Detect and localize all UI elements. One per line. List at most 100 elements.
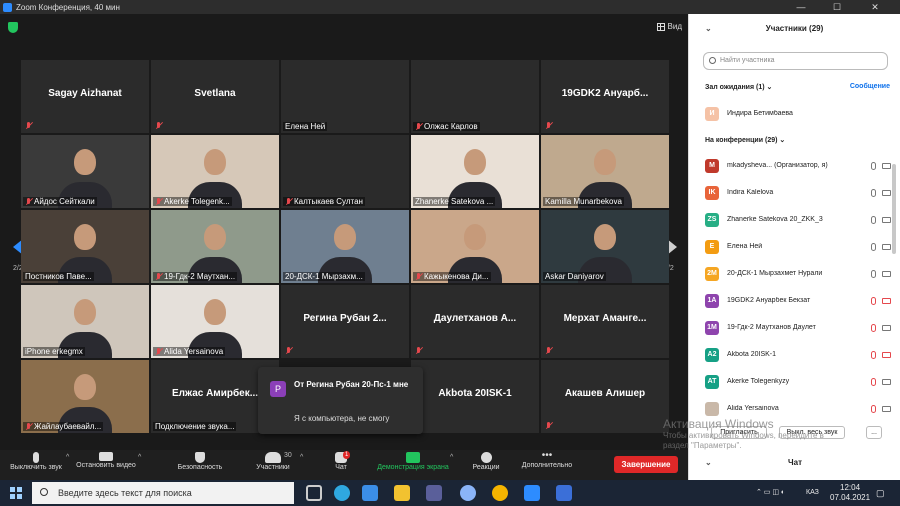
waiting-room-header[interactable]: Зал ожидания (1) ⌄ <box>705 83 772 91</box>
participant-row[interactable]: Mmkadysheva... (Организатор, я) <box>705 152 891 179</box>
participant-row[interactable]: 2M 20-ДСК-1 Мырзахмет Нурали <box>705 260 891 287</box>
avatar: 1M <box>705 320 719 335</box>
message-waiting-link[interactable]: Сообщение <box>850 83 890 90</box>
participant-status-icons <box>871 350 891 359</box>
store-icon[interactable] <box>426 485 442 501</box>
participants-caret-icon[interactable]: ^ <box>300 454 303 461</box>
participant-status-icons <box>871 404 891 413</box>
caption-text: Калтыкаев Султан <box>294 197 363 206</box>
ellipsis-icon: ••• <box>541 450 553 461</box>
taskbar-search-input[interactable]: Введите здесь текст для поиска <box>32 482 294 504</box>
edge-icon[interactable] <box>334 485 350 501</box>
share-options-caret-icon[interactable]: ^ <box>450 454 453 461</box>
in-meeting-header[interactable]: На конференции (29) ⌄ <box>705 136 785 144</box>
participant-name: Akbota 20ISK-1 <box>438 388 512 399</box>
file-explorer-icon[interactable] <box>394 485 410 501</box>
participant-status-icons <box>871 377 891 386</box>
word-icon[interactable] <box>556 485 572 501</box>
participant-tile[interactable]: 19GDK2 Ануарб... <box>541 60 669 133</box>
mic-muted-icon <box>25 122 32 130</box>
participant-tile[interactable]: Постников Паве... <box>21 210 149 283</box>
video-camera-icon <box>882 189 891 196</box>
participant-tile[interactable]: Askar Daniyarov <box>541 210 669 283</box>
participant-tile[interactable]: Даулетханов А... <box>411 285 539 358</box>
chat-section-header[interactable]: ⌄ Чат <box>689 458 900 467</box>
mute-all-button[interactable]: Выкл. весь звук <box>779 426 845 439</box>
participant-face <box>204 149 226 175</box>
participant-name: 19-Гдк-2 Маутханов Даулет <box>727 324 816 331</box>
stop-video-button[interactable]: Остановить видео <box>76 450 136 480</box>
reactions-button[interactable]: Реакции <box>466 450 506 480</box>
panel-more-button[interactable]: ... <box>866 426 882 439</box>
participant-status-icons <box>871 215 891 224</box>
caption-text: Askar Daniyarov <box>545 272 604 281</box>
participant-tile[interactable]: Калтыкаев Султан <box>281 135 409 208</box>
notifications-icon[interactable]: ▢ <box>876 480 885 506</box>
participant-status-icons <box>871 323 891 332</box>
task-view-icon[interactable] <box>306 485 322 501</box>
participant-tile[interactable]: Олжас Карлов <box>411 60 539 133</box>
participant-row[interactable]: IK Indira Kalelova <box>705 179 891 206</box>
participant-tile[interactable]: Kamilla Munarbekova <box>541 135 669 208</box>
caption-text: Елена Ней <box>285 122 326 131</box>
participant-name: 19GDK2 Ануарб... <box>561 88 649 99</box>
participant-tile[interactable]: Регина Рубан 2... <box>281 285 409 358</box>
more-button[interactable]: ••• Дополнительно <box>516 450 578 480</box>
zoom-icon[interactable] <box>524 485 540 501</box>
participant-tile[interactable]: 19-Гдк-2 Маутхан... <box>151 210 279 283</box>
mail-icon[interactable] <box>362 485 378 501</box>
tray-icons[interactable]: ⌃ ▭ ◫ ◐ <box>756 480 785 506</box>
participant-tile[interactable]: Sagay Aizhanat <box>21 60 149 133</box>
participant-search-input[interactable]: Найти участника <box>703 52 888 70</box>
participant-tile[interactable]: iPhone erkegmx <box>21 285 149 358</box>
shield-icon[interactable] <box>8 22 18 33</box>
end-meeting-button[interactable]: Завершение <box>614 456 678 473</box>
participant-status-icons <box>871 188 891 197</box>
participant-name: Indira Kalelova <box>727 189 774 196</box>
close-button[interactable]: ✕ <box>860 0 890 14</box>
participant-tile[interactable]: Svetlana <box>151 60 279 133</box>
mute-button[interactable]: Выключить звук <box>6 450 66 480</box>
participant-tile[interactable]: Мерхат Амангe... <box>541 285 669 358</box>
microphone-icon <box>871 242 876 251</box>
maximize-button[interactable]: ☐ <box>822 0 852 14</box>
clock[interactable]: 12:04 07.04.2021 <box>830 483 870 503</box>
mic-muted-icon <box>155 197 162 206</box>
audio-options-caret-icon[interactable]: ^ <box>66 454 69 461</box>
invite-button[interactable]: Пригласить <box>711 426 767 439</box>
participant-tile[interactable]: Akerke Tolegenk... <box>151 135 279 208</box>
windows-taskbar: Введите здесь текст для поиска ⌃ ▭ ◫ ◐ К… <box>0 480 900 506</box>
chat-notification[interactable]: P От Регина Рубан 20-Пс-1 мне Я с компью… <box>258 367 423 434</box>
participant-tile[interactable]: Акашев Алишер <box>541 360 669 433</box>
chevron-down-icon[interactable]: ⌄ <box>705 14 712 44</box>
share-screen-button[interactable]: Демонстрация экрана <box>370 450 456 480</box>
participant-tile[interactable]: Айдос Сейткали <box>21 135 149 208</box>
participant-row[interactable]: ZS Zhanerke Satekova 20_ZKK_3 <box>705 206 891 233</box>
participant-tile[interactable]: Жайлаубаевайл... <box>21 360 149 433</box>
scrollbar[interactable] <box>892 164 896 254</box>
participant-tile[interactable]: Елена Ней <box>281 60 409 133</box>
participant-row[interactable]: A2 Akbota 20ISK-1 <box>705 341 891 368</box>
chat-button[interactable]: 1 Чат <box>326 450 356 480</box>
windows-start-icon[interactable] <box>10 487 22 499</box>
security-button[interactable]: Безопасность <box>172 450 228 480</box>
participant-row[interactable]: Alida Yersainova <box>705 395 891 422</box>
participant-tile[interactable]: Akbota 20ISK-1 <box>411 360 539 433</box>
participant-row[interactable]: AT Akerke Tolegenkyzy <box>705 368 891 395</box>
view-button[interactable]: Вид <box>656 22 682 31</box>
video-options-caret-icon[interactable]: ^ <box>138 454 141 461</box>
input-language[interactable]: КАЗ <box>806 480 819 506</box>
app-icon[interactable] <box>460 485 476 501</box>
participant-row[interactable]: E Елена Ней <box>705 233 891 260</box>
participant-tile[interactable]: Alida Yersainova <box>151 285 279 358</box>
participant-tile[interactable]: Кажыкенова Ди... <box>411 210 539 283</box>
minimize-button[interactable]: — <box>786 0 816 14</box>
participant-tile[interactable]: 20-ДСК-1 Мырзахм... <box>281 210 409 283</box>
participant-tile[interactable]: Zhanerke Satekova ... <box>411 135 539 208</box>
chrome-icon[interactable] <box>492 485 508 501</box>
participant-name: Alida Yersainova <box>727 405 779 412</box>
participant-row[interactable]: 1A 19GDK2 Ануарбек Бекзат <box>705 287 891 314</box>
caption-text: Жайлаубаевайл... <box>34 422 102 431</box>
participant-row[interactable]: 1M 19-Гдк-2 Маутханов Даулет <box>705 314 891 341</box>
waiting-participant-row[interactable]: И Индира Бетимбаева <box>705 100 891 127</box>
